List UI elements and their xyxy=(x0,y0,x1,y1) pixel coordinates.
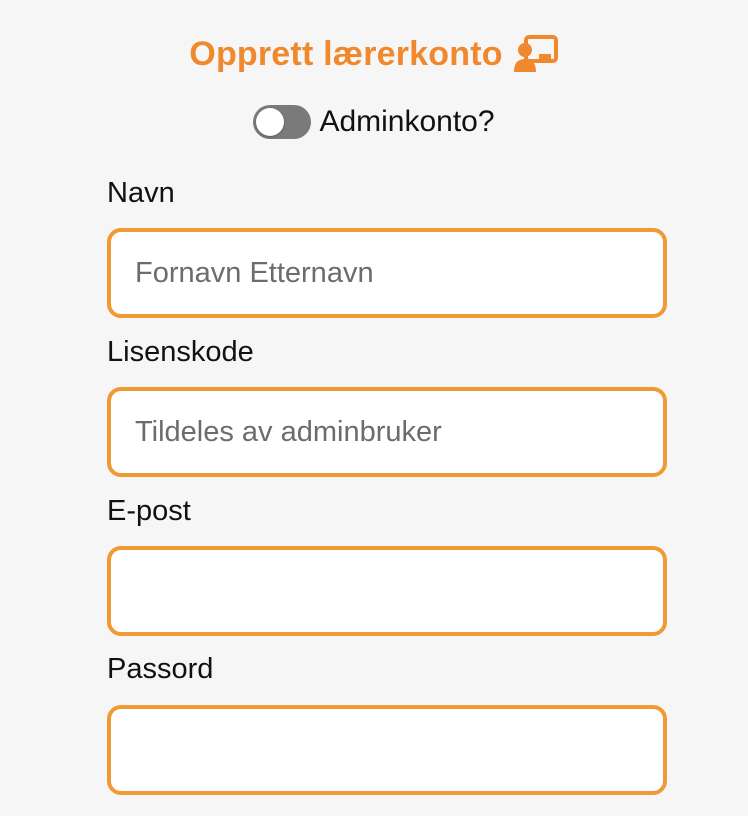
license-code-input[interactable] xyxy=(107,387,667,477)
password-label: Passord xyxy=(107,653,214,685)
password-input[interactable] xyxy=(107,705,667,795)
admin-account-toggle[interactable] xyxy=(253,105,312,139)
chalkboard-teacher-icon xyxy=(513,34,559,74)
page-header: Opprett lærerkonto xyxy=(0,30,748,78)
license-code-label: Lisenskode xyxy=(107,336,254,368)
admin-account-label: Adminkonto? xyxy=(319,105,495,138)
create-teacher-account-page: Opprett lærerkonto Adminkonto? Navn Lise… xyxy=(0,0,748,816)
toggle-knob xyxy=(256,108,285,136)
name-label: Navn xyxy=(107,177,175,209)
email-label: E-post xyxy=(107,495,191,527)
name-input[interactable] xyxy=(107,228,667,318)
admin-toggle-row: Adminkonto? xyxy=(0,100,748,144)
email-input[interactable] xyxy=(107,546,667,636)
page-title: Opprett lærerkonto xyxy=(189,34,503,73)
